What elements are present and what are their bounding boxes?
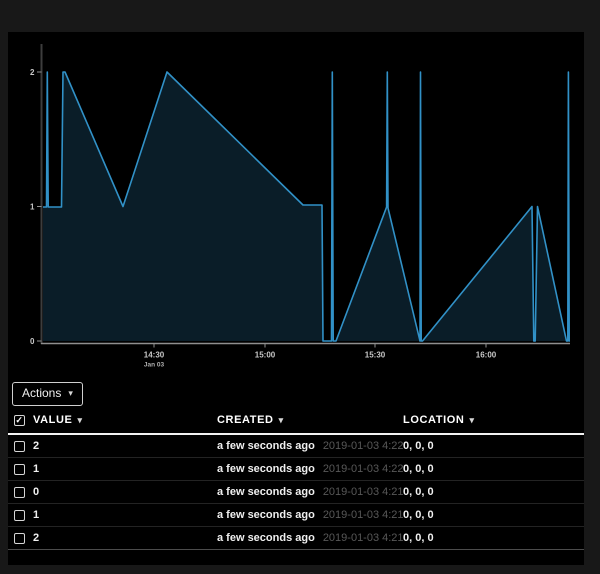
sort-caret-icon: ▾ — [279, 416, 284, 425]
column-header-created[interactable]: CREATED ▾ — [217, 414, 403, 426]
created-absolute: 2019-01-03 4:21:42 p… — [323, 532, 403, 544]
svg-text:0: 0 — [30, 337, 35, 346]
row-checkbox[interactable] — [14, 441, 25, 452]
dashboard-screen: 21014:30Jan 0315:0015:3016:00 Actions ▾ … — [0, 0, 600, 574]
table-row: 1 a few seconds ago 2019-01-03 4:21:46 p… — [8, 504, 584, 527]
column-header-value-label: VALUE — [33, 414, 72, 426]
checkmark-icon: ✓ — [15, 416, 23, 425]
table-row: 0 a few seconds ago 2019-01-03 4:21:50 p… — [8, 481, 584, 504]
created-cell: a few seconds ago 2019-01-03 4:21:42 p… — [217, 532, 403, 544]
location-cell: 0, 0, 0 — [403, 509, 584, 521]
column-header-location-label: LOCATION — [403, 414, 464, 426]
column-header-location[interactable]: LOCATION ▾ — [403, 414, 584, 426]
value-cell: 1 — [33, 463, 217, 475]
row-checkbox[interactable] — [14, 487, 25, 498]
created-absolute: 2019-01-03 4:21:46 p… — [323, 509, 403, 521]
value-cell: 0 — [33, 486, 217, 498]
location-cell: 0, 0, 0 — [403, 486, 584, 498]
location-cell: 0, 0, 0 — [403, 532, 584, 544]
table-row: 1 a few seconds ago 2019-01-03 4:22:08 …… — [8, 458, 584, 481]
created-absolute: 2019-01-03 4:22:12 p… — [323, 440, 403, 452]
column-header-created-label: CREATED — [217, 414, 274, 426]
created-relative: a few seconds ago — [217, 486, 315, 498]
svg-text:15:00: 15:00 — [255, 351, 276, 360]
created-cell: a few seconds ago 2019-01-03 4:21:50 p… — [217, 486, 403, 498]
svg-text:14:30: 14:30 — [144, 351, 165, 360]
value-cell: 1 — [33, 509, 217, 521]
time-series-area-chart: 2 1 0 14:30 Jan 03 15:00 15:30 16:00 — [0, 0, 600, 380]
value-cell: 2 — [33, 440, 217, 452]
column-header-value[interactable]: VALUE ▾ — [33, 414, 217, 426]
created-relative: a few seconds ago — [217, 440, 315, 452]
svg-text:15:30: 15:30 — [365, 351, 386, 360]
actions-button[interactable]: Actions ▾ — [12, 382, 83, 406]
location-cell: 0, 0, 0 — [403, 440, 584, 452]
svg-text:2: 2 — [30, 68, 35, 77]
svg-text:16:00: 16:00 — [476, 351, 497, 360]
select-all-checkbox[interactable]: ✓ — [14, 415, 25, 426]
actions-button-label: Actions — [22, 387, 61, 400]
row-checkbox[interactable] — [14, 510, 25, 521]
created-relative: a few seconds ago — [217, 532, 315, 544]
location-cell: 0, 0, 0 — [403, 463, 584, 475]
sort-caret-icon: ▾ — [469, 416, 474, 425]
svg-text:Jan 03: Jan 03 — [144, 362, 165, 369]
created-cell: a few seconds ago 2019-01-03 4:21:46 p… — [217, 509, 403, 521]
created-absolute: 2019-01-03 4:21:50 p… — [323, 486, 403, 498]
sort-caret-icon: ▾ — [77, 416, 82, 425]
table-header-row: ✓ VALUE ▾ CREATED ▾ LOCATION ▾ — [8, 407, 584, 435]
created-cell: a few seconds ago 2019-01-03 4:22:12 p… — [217, 440, 403, 452]
value-cell: 2 — [33, 532, 217, 544]
chevron-down-icon: ▾ — [68, 389, 73, 398]
created-cell: a few seconds ago 2019-01-03 4:22:08 … — [217, 463, 403, 475]
table-row: 2 a few seconds ago 2019-01-03 4:22:12 p… — [8, 435, 584, 458]
created-relative: a few seconds ago — [217, 463, 315, 475]
row-checkbox[interactable] — [14, 464, 25, 475]
created-relative: a few seconds ago — [217, 509, 315, 521]
device-data-table: ✓ VALUE ▾ CREATED ▾ LOCATION ▾ 2 a few s… — [8, 407, 584, 550]
created-absolute: 2019-01-03 4:22:08 … — [323, 463, 403, 475]
table-row: 2 a few seconds ago 2019-01-03 4:21:42 p… — [8, 527, 584, 550]
row-checkbox[interactable] — [14, 533, 25, 544]
svg-text:1: 1 — [30, 203, 35, 212]
